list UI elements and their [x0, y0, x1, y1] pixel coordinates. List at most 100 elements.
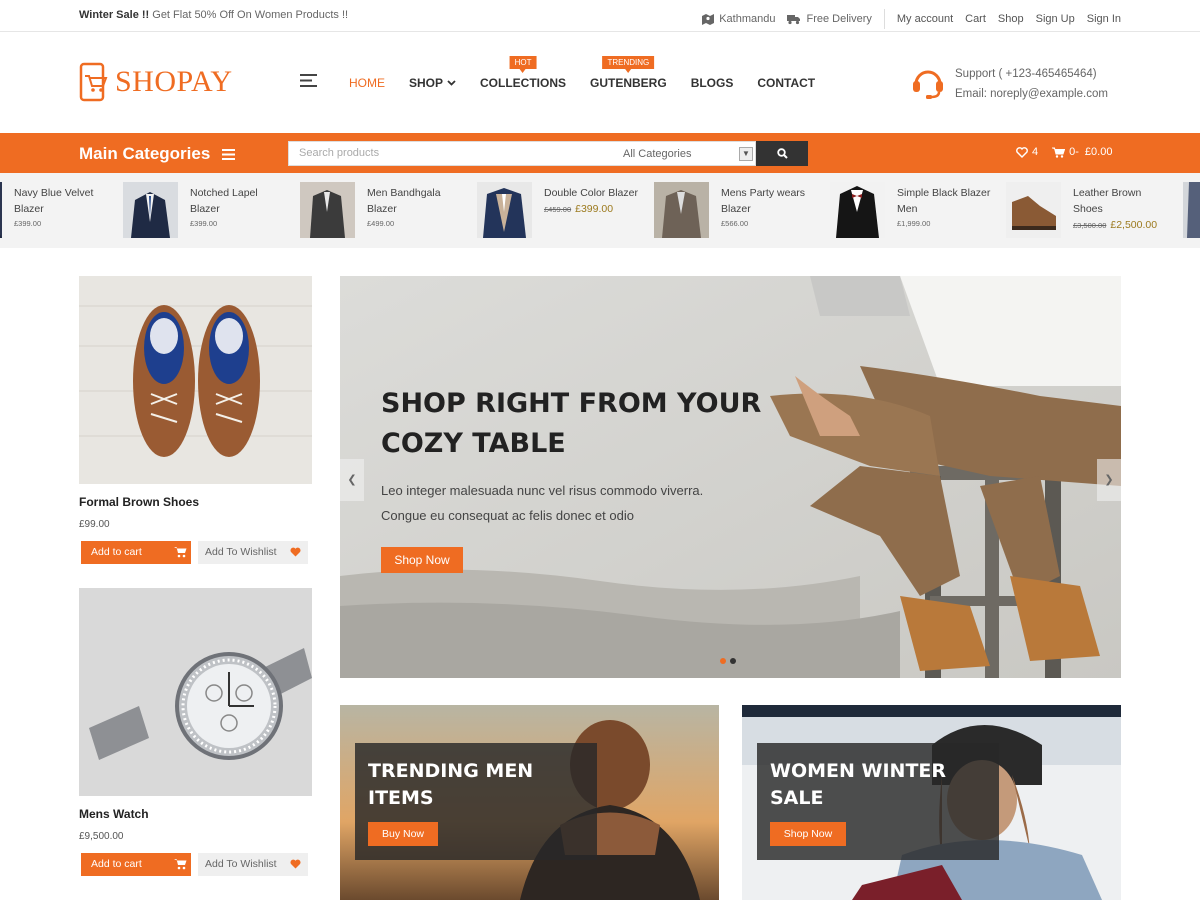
chevron-left-icon[interactable]: ❮ — [340, 459, 364, 501]
heart-icon — [290, 859, 301, 869]
divider — [883, 9, 885, 29]
shop-link[interactable]: Shop — [998, 13, 1024, 25]
nav-shop[interactable]: SHOP — [409, 76, 456, 90]
promo-box: TRENDING MEN ITEMS Buy Now — [355, 743, 597, 860]
truck-icon — [787, 14, 801, 24]
product-strip: Navy Blue Velvet Blazer £399.00 Notched … — [0, 173, 1200, 248]
category-bar: Main Categories All Categories ▼ 4 0- £0… — [0, 133, 1200, 173]
nav-blogs[interactable]: BLOGS — [691, 76, 734, 90]
strip-product-price: £459.00 £399.00 — [544, 203, 644, 215]
add-to-wishlist-button[interactable]: Add To Wishlist — [198, 853, 308, 876]
nav-gutenberg[interactable]: TRENDING GUTENBERG — [590, 56, 667, 90]
product-image — [1006, 182, 1061, 238]
menu-icon — [300, 74, 317, 87]
main-nav: HOME SHOP HOT COLLECTIONS TRENDING GUTEN… — [349, 56, 839, 90]
support-email: Email: noreply@example.com — [955, 88, 1108, 100]
chevron-down-icon — [447, 80, 456, 86]
nav-label: GUTENBERG — [590, 76, 667, 90]
search-input[interactable] — [299, 147, 599, 159]
promo-message: Winter Sale !! Get Flat 50% Off On Women… — [79, 9, 348, 21]
buy-now-button[interactable]: Buy Now — [368, 822, 438, 846]
add-to-cart-button[interactable]: Add to cart — [81, 853, 191, 876]
location: Kathmandu — [702, 13, 775, 25]
price: £399.00 — [14, 219, 42, 228]
strip-text: Leather Brown Shoes £3,500.00 £2,500.00 — [1073, 185, 1173, 231]
product-image — [477, 182, 532, 238]
nav-label: SHOP — [409, 76, 444, 90]
hero-subtitle-line: Congue eu consequat ac felis donec et od… — [381, 508, 634, 523]
category-select[interactable]: All Categories — [623, 148, 691, 160]
shop-now-button[interactable]: Shop Now — [381, 547, 463, 573]
product-price: £9,500.00 — [79, 831, 124, 842]
heart-icon — [290, 547, 301, 557]
my-account-link[interactable]: My account — [897, 13, 953, 25]
nav-label: COLLECTIONS — [480, 76, 567, 90]
promo-bold: Winter Sale !! — [79, 9, 150, 21]
strip-product-price: £499.00 — [367, 219, 467, 228]
product-image — [0, 182, 2, 238]
strip-text: Notched Lapel Blazer £399.00 — [190, 185, 290, 228]
promo-banner-men: TRENDING MEN ITEMS Buy Now — [340, 705, 719, 900]
strip-text: Men Bandhgala Blazer £499.00 — [367, 185, 467, 228]
nav-home[interactable]: HOME — [349, 76, 385, 90]
chevron-down-icon[interactable]: ▼ — [739, 147, 753, 161]
promo-box: WOMEN WINTER SALE Shop Now — [757, 743, 999, 860]
strip-product-name: Notched Lapel Blazer — [190, 187, 258, 215]
site-header: SHOPAY HOME SHOP HOT COLLECTIONS TRENDIN… — [0, 32, 1200, 133]
slider-dot[interactable] — [730, 658, 736, 664]
cart-total[interactable]: £0.00 — [1085, 146, 1113, 158]
chevron-right-icon[interactable]: ❯ — [1097, 459, 1121, 501]
cart-link[interactable]: Cart — [965, 13, 986, 25]
product-title[interactable]: Mens Watch — [79, 807, 149, 821]
nav-label: BLOGS — [690, 76, 734, 90]
add-to-cart-label: Add to cart — [91, 546, 142, 558]
price: £399.00 — [190, 219, 218, 228]
strip-product-price: £399.00 — [190, 219, 290, 228]
product-image[interactable] — [79, 276, 312, 484]
strip-product-price: £3,500.00 £2,500.00 — [1073, 219, 1173, 231]
strip-text: Navy Blue Velvet Blazer £399.00 — [14, 185, 114, 228]
slider-dot-active[interactable] — [720, 658, 726, 664]
menu-toggle[interactable] — [300, 74, 317, 92]
strip-product[interactable]: Navy Blue Velvet Blazer £399.00 — [0, 182, 117, 238]
product-image[interactable] — [79, 588, 312, 796]
strip-product[interactable]: Men Bandhgala Blazer £499.00 — [300, 182, 470, 238]
wishlist-count[interactable]: 4 — [1032, 146, 1038, 158]
strip-product-name: Navy Blue Velvet Blazer — [14, 187, 94, 215]
main-categories-toggle[interactable]: Main Categories — [79, 144, 236, 164]
product-title[interactable]: Formal Brown Shoes — [79, 495, 199, 509]
promo-text: Get Flat 50% Off On Women Products !! — [149, 9, 349, 21]
add-to-wishlist-button[interactable]: Add To Wishlist — [198, 541, 308, 564]
strip-product-name: Leather Brown Shoes — [1073, 187, 1142, 215]
strip-product-price: £566.00 — [721, 219, 821, 228]
header-cart-info: 4 0- £0.00 — [1016, 146, 1112, 158]
strip-product-name: Simple Black Blazer Men — [897, 187, 991, 215]
nav-contact[interactable]: CONTACT — [757, 76, 815, 90]
strip-product-price: £1,999.00 — [897, 219, 997, 228]
nav-collections[interactable]: HOT COLLECTIONS — [480, 56, 567, 90]
add-to-cart-button[interactable]: Add to cart — [81, 541, 191, 564]
hero-image — [340, 276, 1121, 678]
support-phone: Support ( +123-465465464) — [955, 68, 1097, 80]
shop-now-button[interactable]: Shop Now — [770, 822, 846, 846]
strip-product-price: £399.00 — [14, 219, 114, 228]
strip-product-name: Mens Party wears Blazer — [721, 187, 806, 215]
search-icon — [776, 148, 788, 159]
site-logo[interactable]: SHOPAY — [79, 62, 233, 102]
heart-icon[interactable] — [1016, 146, 1028, 158]
strip-product[interactable]: Simple Black Blazer Men £1,999.00 — [830, 182, 1000, 238]
search-form: All Categories ▼ — [288, 141, 756, 166]
strip-product[interactable]: Leather Brown Shoes £3,500.00 £2,500.00 — [1006, 182, 1196, 238]
search-button[interactable] — [756, 141, 808, 166]
strip-product[interactable] — [1183, 182, 1200, 238]
strip-product[interactable]: Double Color Blazer £459.00 £399.00 — [477, 182, 647, 238]
sign-up-link[interactable]: Sign Up — [1036, 13, 1075, 25]
cart-count[interactable]: 0- — [1069, 146, 1079, 158]
strip-product-name: Men Bandhgala Blazer — [367, 187, 441, 215]
sign-in-link[interactable]: Sign In — [1087, 13, 1121, 25]
cart-icon[interactable] — [1052, 147, 1066, 158]
hero-slider: SHOP RIGHT FROM YOUR COZY TABLE Leo inte… — [340, 276, 1121, 678]
strip-product[interactable]: Mens Party wears Blazer £566.00 — [654, 182, 824, 238]
strip-product[interactable]: Notched Lapel Blazer £399.00 — [123, 182, 293, 238]
menu-icon — [222, 148, 236, 160]
